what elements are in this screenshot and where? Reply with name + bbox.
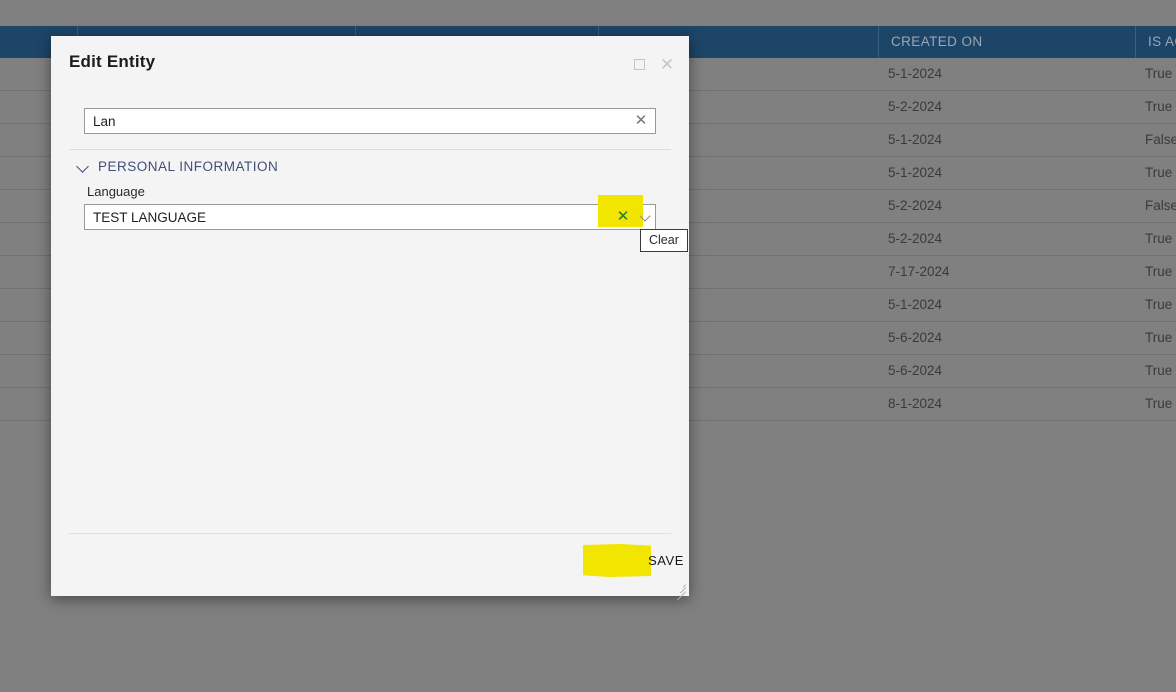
grid-column-header-is-active[interactable]: IS ACT bbox=[1136, 26, 1176, 58]
section-header-personal-information[interactable]: PERSONAL INFORMATION bbox=[77, 159, 278, 174]
close-x-glyph: ✕ bbox=[659, 54, 675, 74]
cell-is-active: True bbox=[1145, 264, 1173, 279]
entity-search-field: ✕ bbox=[84, 108, 656, 134]
cell-created-on: 5-2-2024 bbox=[888, 99, 943, 114]
search-clear-icon[interactable]: ✕ bbox=[632, 112, 650, 130]
cell-is-active: False bbox=[1145, 132, 1176, 147]
resize-grip-icon[interactable] bbox=[673, 580, 687, 601]
cell-is-active: False bbox=[1145, 198, 1176, 213]
language-combobox: ✕ bbox=[84, 204, 656, 230]
grid-column-header-created-on[interactable]: CREATED ON bbox=[879, 26, 1135, 58]
footer-divider bbox=[69, 533, 671, 534]
edit-entity-dialog: Edit Entity ✕ ✕ PERSONAL INFORMATION Lan… bbox=[51, 36, 689, 601]
maximize-icon[interactable] bbox=[631, 56, 647, 72]
cell-is-active: True bbox=[1145, 297, 1173, 312]
cell-created-on: 5-6-2024 bbox=[888, 363, 943, 378]
cell-is-active: True bbox=[1145, 66, 1173, 81]
cell-created-on: 5-1-2024 bbox=[888, 66, 943, 81]
cell-is-active: True bbox=[1145, 99, 1173, 114]
cell-is-active: True bbox=[1145, 363, 1173, 378]
chevron-down-icon bbox=[77, 160, 90, 173]
cell-created-on: 5-1-2024 bbox=[888, 165, 943, 180]
cell-created-on: 5-1-2024 bbox=[888, 132, 943, 147]
cell-is-active: True bbox=[1145, 165, 1173, 180]
cell-created-on: 5-2-2024 bbox=[888, 231, 943, 246]
cell-is-active: True bbox=[1145, 330, 1173, 345]
cell-is-active: True bbox=[1145, 396, 1173, 411]
section-title: PERSONAL INFORMATION bbox=[98, 159, 279, 174]
cell-created-on: 8-1-2024 bbox=[888, 396, 943, 411]
language-clear-icon[interactable]: ✕ bbox=[614, 208, 632, 226]
close-icon[interactable]: ✕ bbox=[659, 54, 675, 74]
dialog-divider bbox=[69, 149, 671, 150]
dialog-window-buttons: ✕ bbox=[631, 54, 675, 74]
clear-tooltip: Clear bbox=[640, 229, 688, 252]
cell-created-on: 5-6-2024 bbox=[888, 330, 943, 345]
cell-is-active: True bbox=[1145, 231, 1173, 246]
language-field-label: Language bbox=[87, 184, 145, 199]
language-input[interactable] bbox=[84, 204, 656, 230]
cell-created-on: 5-2-2024 bbox=[888, 198, 943, 213]
app-root: CREATED ON IS ACT 5-1-2024 True ons.com … bbox=[0, 0, 1176, 692]
cell-created-on: 5-1-2024 bbox=[888, 297, 943, 312]
maximize-square-glyph bbox=[633, 58, 645, 70]
save-button[interactable]: SAVE bbox=[631, 545, 701, 575]
cell-created-on: 7-17-2024 bbox=[888, 264, 950, 279]
dialog-title: Edit Entity bbox=[69, 52, 156, 71]
search-input[interactable] bbox=[84, 108, 656, 134]
chevron-down-icon[interactable] bbox=[641, 212, 651, 222]
